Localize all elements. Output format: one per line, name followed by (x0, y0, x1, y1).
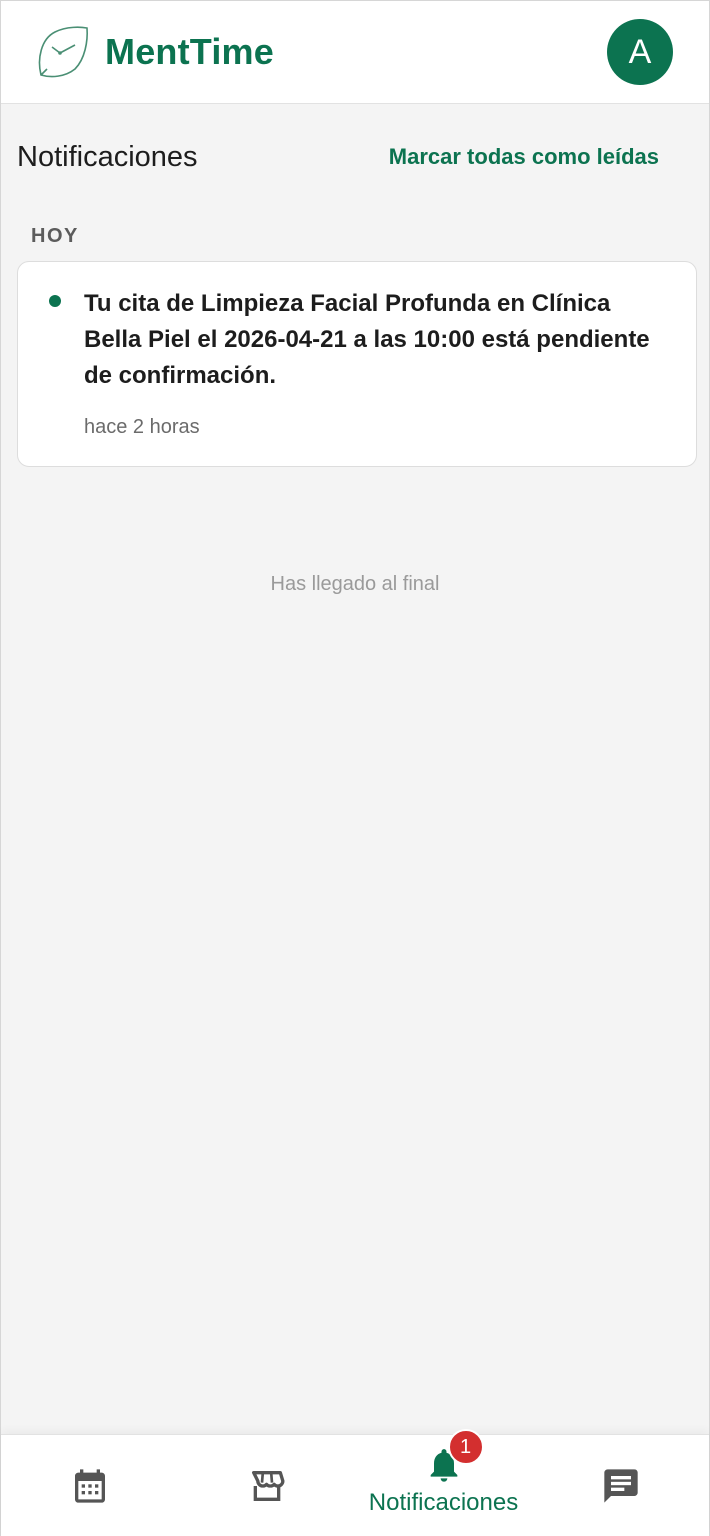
nav-item-store[interactable] (178, 1435, 355, 1536)
calendar-icon (74, 1468, 105, 1503)
notification-time: hace 2 horas (84, 416, 200, 438)
app-name: MentTime (105, 31, 274, 72)
mark-all-read-button[interactable]: Marcar todas como leídas (389, 144, 659, 170)
store-icon (251, 1470, 284, 1501)
page-header: Notificaciones Marcar todas como leídas (17, 137, 659, 177)
top-bar: MentTime A (1, 1, 709, 104)
notification-count-badge: 1 (447, 1429, 484, 1465)
nav-item-calendar[interactable] (1, 1435, 178, 1536)
user-avatar[interactable]: A (607, 19, 673, 85)
section-label-today: HOY (31, 225, 79, 247)
unread-dot-icon (49, 295, 61, 307)
brand[interactable]: MentTime (33, 23, 274, 81)
leaf-clock-logo-icon (38, 26, 88, 78)
chat-icon (603, 1468, 638, 1503)
nav-item-notifications[interactable]: 1 Notificaciones (355, 1429, 532, 1536)
end-of-list-text: Has llegado al final (270, 573, 440, 595)
nav-label-notifications: Notificaciones (368, 1489, 519, 1516)
nav-item-chat[interactable] (532, 1435, 709, 1536)
notification-card[interactable]: Tu cita de Limpieza Facial Profunda en C… (17, 261, 697, 467)
notification-message: Tu cita de Limpieza Facial Profunda en C… (84, 290, 650, 389)
bottom-nav: 1 Notificaciones (1, 1429, 709, 1536)
page-title: Notificaciones (17, 140, 198, 173)
app-root: MentTime A Notificaciones Marcar todas c… (0, 0, 710, 1536)
